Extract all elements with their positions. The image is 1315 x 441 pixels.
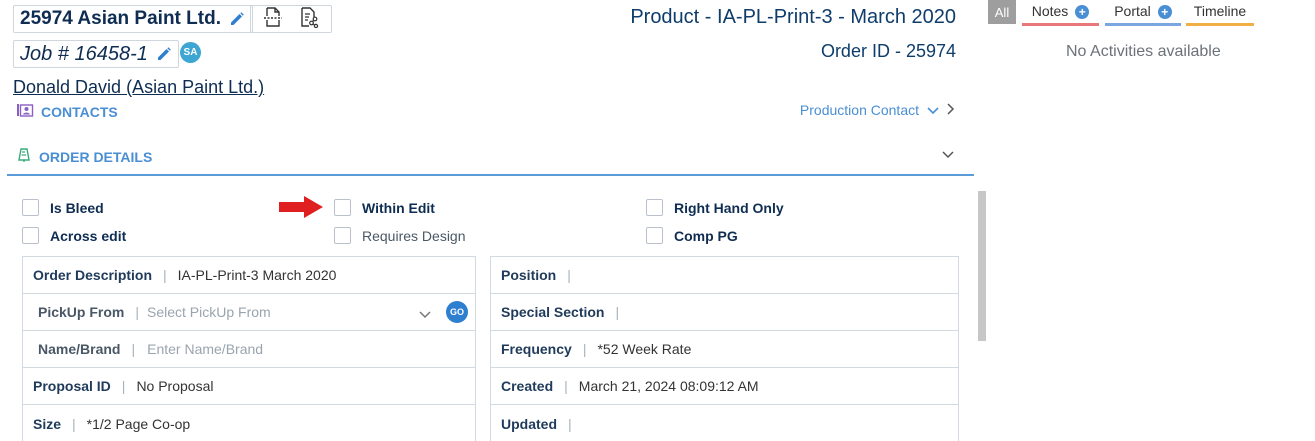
plus-icon[interactable]: + <box>1157 5 1172 19</box>
document-share-icon[interactable] <box>298 6 320 33</box>
tab-label: Timeline <box>1193 3 1247 19</box>
chevron-down-icon[interactable] <box>942 146 954 164</box>
assignee-avatar[interactable]: SA <box>180 42 201 63</box>
name-brand-row: Name/Brand | Enter Name/Brand <box>23 331 475 368</box>
scrollbar-thumb[interactable] <box>978 191 986 341</box>
order-info-card: Order Description | IA-PL-Print-3 March … <box>22 256 476 441</box>
field-label: Frequency <box>501 341 572 357</box>
requires-design-label: Requires Design <box>362 227 466 244</box>
tab-all[interactable]: All <box>988 0 1016 24</box>
chevron-right-icon[interactable] <box>947 102 955 118</box>
pickup-from-row: PickUp From | Select PickUp From GO <box>23 294 475 331</box>
order-details-icon <box>16 147 32 166</box>
contacts-section-header[interactable]: CONTACTS <box>16 102 118 121</box>
tab-timeline[interactable]: Timeline <box>1186 0 1254 26</box>
empty-activities-message: No Activities available <box>1066 43 1221 60</box>
proposal-id-row: Proposal ID | No Proposal <box>23 368 475 405</box>
contacts-label: CONTACTS <box>41 103 118 120</box>
tab-label: Notes <box>1031 3 1069 19</box>
right-hand-only-checkbox[interactable]: Right Hand Only <box>646 199 784 216</box>
field-label: Proposal ID <box>33 378 111 394</box>
comp-pg-label: Comp PG <box>674 227 738 244</box>
contacts-icon <box>16 102 34 121</box>
chevron-down-icon <box>927 102 939 118</box>
field-label: Name/Brand <box>38 341 121 357</box>
tab-notes[interactable]: Notes + <box>1022 0 1099 26</box>
position-row: Position | <box>491 257 958 294</box>
job-number-box: Job # 16458-1 <box>13 40 179 68</box>
comp-pg-checkbox[interactable]: Comp PG <box>646 227 738 244</box>
document-actions <box>250 5 332 33</box>
go-button[interactable]: GO <box>446 301 468 323</box>
pickup-from-select[interactable]: Select PickUp From <box>147 304 271 320</box>
tab-portal[interactable]: Portal + <box>1105 0 1181 26</box>
within-edit-label: Within Edit <box>362 199 435 216</box>
production-contact-label: Production Contact <box>799 102 919 118</box>
pencil-icon[interactable] <box>156 46 172 62</box>
field-label: Created <box>501 378 554 394</box>
document-scan-icon[interactable] <box>262 6 284 33</box>
name-brand-input[interactable]: Enter Name/Brand <box>147 341 263 357</box>
field-label: Order Description <box>33 267 153 283</box>
checkbox-box[interactable] <box>22 199 39 216</box>
field-label: Special Section <box>501 304 605 320</box>
product-title: Product - IA-PL-Print-3 - March 2020 <box>630 6 956 28</box>
production-contact-toggle[interactable]: Production Contact <box>800 102 955 118</box>
placement-info-card: Position | Special Section | Frequency |… <box>490 256 959 441</box>
checkbox-box[interactable] <box>646 227 663 244</box>
field-label: Updated <box>501 415 557 432</box>
field-label: Size <box>33 415 62 432</box>
chevron-down-icon[interactable] <box>419 306 431 322</box>
pencil-icon[interactable] <box>229 11 245 27</box>
job-number: Job # 16458-1 <box>20 42 148 65</box>
field-label: PickUp From <box>38 304 125 320</box>
right-hand-only-label: Right Hand Only <box>674 199 784 216</box>
order-description-value[interactable]: IA-PL-Print-3 March 2020 <box>178 267 337 283</box>
across-edit-checkbox[interactable]: Across edit <box>22 227 126 244</box>
checkbox-box[interactable] <box>334 227 351 244</box>
order-details-label: ORDER DETAILS <box>39 148 153 165</box>
special-section-row: Special Section | <box>491 294 958 331</box>
red-arrow-icon <box>278 195 324 224</box>
size-value[interactable]: *1/2 Page Co-op <box>87 416 191 432</box>
frequency-row: Frequency | *52 Week Rate <box>491 331 958 368</box>
size-row: Size | *1/2 Page Co-op <box>33 415 191 432</box>
proposal-id-value: No Proposal <box>136 378 214 394</box>
customer-name: 25974 Asian Paint Ltd. <box>20 8 221 29</box>
checkbox-box[interactable] <box>646 199 663 216</box>
checkbox-box[interactable] <box>22 227 39 244</box>
checkbox-box[interactable] <box>334 199 351 216</box>
is-bleed-label: Is Bleed <box>50 199 104 216</box>
tab-label: Portal <box>1114 3 1151 19</box>
order-description-row: Order Description | IA-PL-Print-3 March … <box>23 257 475 294</box>
section-divider <box>7 174 974 176</box>
contact-name-link[interactable]: Donald David (Asian Paint Ltd.) <box>13 77 264 98</box>
field-label: Position <box>501 267 557 283</box>
within-edit-checkbox[interactable]: Within Edit <box>334 199 435 216</box>
is-bleed-checkbox[interactable]: Is Bleed <box>22 199 104 216</box>
plus-icon[interactable]: + <box>1075 5 1090 19</box>
created-value: March 21, 2024 08:09:12 AM <box>578 378 759 394</box>
order-id: Order ID - 25974 <box>820 41 956 61</box>
customer-name-box: 25974 Asian Paint Ltd. <box>13 5 253 33</box>
order-details-section-header[interactable]: ORDER DETAILS <box>16 147 152 166</box>
requires-design-checkbox[interactable]: Requires Design <box>334 227 466 244</box>
frequency-value[interactable]: *52 Week Rate <box>597 341 691 357</box>
created-row: Created | March 21, 2024 08:09:12 AM <box>491 368 958 405</box>
across-edit-label: Across edit <box>50 227 127 244</box>
updated-row: Updated | <box>501 415 572 432</box>
